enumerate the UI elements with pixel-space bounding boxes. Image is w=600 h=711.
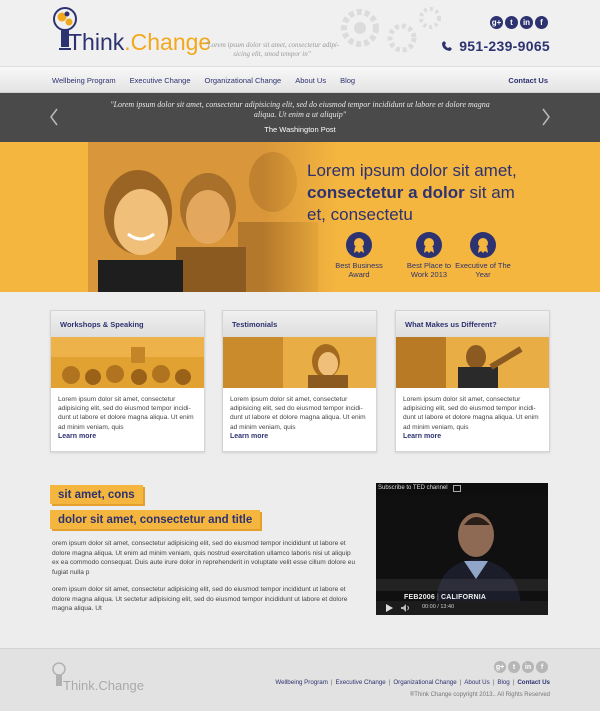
video-caption: FEB2006 | CALIFORNIA bbox=[404, 594, 486, 601]
award-best-business: Best Business Award bbox=[329, 232, 389, 279]
hero-line-2-bold: consectetur a dolor bbox=[307, 183, 465, 202]
video-time: 00:00 / 13:40 bbox=[422, 604, 455, 610]
logo-think: Think bbox=[68, 29, 125, 55]
section-tag-2: dolor sit amet, consectetur and title bbox=[50, 510, 261, 529]
google-plus-icon[interactable]: g+ bbox=[494, 661, 506, 673]
linkedin-icon[interactable]: in bbox=[520, 16, 533, 29]
footer-logo[interactable]: Think.Change bbox=[52, 662, 144, 696]
video-player[interactable]: Subscribe to TED channel FEB2006 | CALIFOR… bbox=[376, 483, 548, 615]
facebook-icon[interactable]: f bbox=[536, 661, 548, 673]
google-plus-icon[interactable]: g+ bbox=[490, 16, 503, 29]
nav-item-contact-us[interactable]: Contact Us bbox=[508, 67, 548, 94]
nav-item-about-us[interactable]: About Us bbox=[295, 76, 326, 85]
footer-copyright: ®Think Change copyright 2013.. All Right… bbox=[409, 692, 550, 698]
award-label: Executive of The Year bbox=[455, 261, 511, 279]
video-subscribe-text[interactable]: Subscribe to TED channel bbox=[378, 485, 448, 491]
social-links: g+ t in f bbox=[490, 16, 548, 29]
card-different: What Makes us Different? Lorem ipsum dol… bbox=[395, 310, 550, 452]
card-workshops: Workshops & Speaking Lorem ipsum dolor s… bbox=[50, 310, 205, 452]
card-image-conference bbox=[51, 337, 204, 388]
card-title[interactable]: Testimonials bbox=[223, 311, 376, 337]
hero-banner: Lorem ipsum dolor sit amet, consectetur … bbox=[0, 142, 600, 292]
quote-text: "Lorem ipsum dolor sit amet, consectetur… bbox=[110, 100, 490, 119]
card-testimonials: Testimonials Lorem ipsum dolor sit amet,… bbox=[222, 310, 377, 452]
testimonial-slider: "Lorem ipsum dolor sit amet, consectetur… bbox=[0, 93, 600, 142]
footer-link-about-us[interactable]: About Us bbox=[464, 679, 489, 686]
hero-line-3: et, consectetu bbox=[307, 205, 413, 224]
card-text: Lorem ipsum dolor sit amet, consectetur … bbox=[230, 396, 366, 431]
volume-icon[interactable] bbox=[401, 604, 410, 612]
quote-source: The Washington Post bbox=[264, 125, 336, 134]
award-best-place: Best Place to Work 2013 bbox=[399, 232, 459, 279]
footer-separator: | bbox=[512, 679, 515, 686]
main-nav: Wellbeing Program Executive Change Organ… bbox=[0, 66, 600, 93]
video-controls: 00:00 / 13:40 bbox=[376, 601, 548, 615]
site-header: Think.Change "Lorem ipsum dolor sit amet… bbox=[0, 0, 600, 66]
nav-item-blog[interactable]: Blog bbox=[340, 76, 355, 85]
site-logo[interactable]: Think.Change bbox=[52, 6, 212, 56]
footer-logo-text: Think.Change bbox=[63, 678, 144, 693]
award-label: Best Place to Work 2013 bbox=[406, 261, 452, 279]
phone-number: 951-239-9065 bbox=[459, 38, 550, 54]
card-title[interactable]: Workshops & Speaking bbox=[51, 311, 204, 337]
footer-link-wellbeing-program[interactable]: Wellbeing Program bbox=[275, 679, 328, 686]
footer-links: Wellbeing Program | Executive Change | Org… bbox=[275, 679, 550, 686]
content-paragraph-2: orem ipsum dolor sit amet, consectetur a… bbox=[52, 586, 348, 613]
play-icon[interactable] bbox=[386, 604, 393, 612]
card-title[interactable]: What Makes us Different? bbox=[396, 311, 549, 337]
gears-decoration bbox=[341, 7, 441, 53]
award-ribbon-icon bbox=[470, 232, 496, 258]
video-caption-year: FEB2006 bbox=[404, 594, 435, 601]
card-text: Lorem ipsum dolor sit amet, consectetur … bbox=[58, 396, 194, 431]
card-text: Lorem ipsum dolor sit amet, consectetur … bbox=[403, 396, 539, 431]
footer-social-links: g+ t in f bbox=[494, 661, 548, 673]
footer-separator: | bbox=[492, 679, 495, 686]
footer-link-executive-change[interactable]: Executive Change bbox=[336, 679, 386, 686]
learn-more-link[interactable]: Learn more bbox=[396, 433, 549, 440]
card-image-speaker bbox=[396, 337, 549, 388]
phone-contact[interactable]: 951-239-9065 bbox=[442, 38, 550, 54]
award-executive-year: Executive of The Year bbox=[453, 232, 513, 279]
footer-link-organizational-change[interactable]: Organizational Change bbox=[393, 679, 456, 686]
award-ribbon-icon bbox=[416, 232, 442, 258]
footer-separator: | bbox=[330, 679, 333, 686]
footer-link-blog[interactable]: Blog bbox=[497, 679, 509, 686]
video-share-icon[interactable] bbox=[453, 485, 461, 492]
nav-item-wellbeing-program[interactable]: Wellbeing Program bbox=[52, 76, 116, 85]
section-tag-1: sit amet, cons bbox=[50, 485, 143, 504]
footer-separator: | bbox=[388, 679, 391, 686]
phone-icon bbox=[442, 41, 453, 51]
award-label: Best Business Award bbox=[335, 261, 383, 279]
hero-photo bbox=[88, 142, 338, 292]
content-paragraph-1: orem ipsum dolor sit amet, consectetur a… bbox=[52, 540, 356, 576]
nav-item-executive-change[interactable]: Executive Change bbox=[130, 76, 191, 85]
card-image-woman bbox=[223, 337, 376, 388]
nav-items: Wellbeing Program Executive Change Organ… bbox=[52, 67, 355, 94]
footer-link-contact-us[interactable]: Contact Us bbox=[517, 679, 550, 686]
chevron-right-icon[interactable] bbox=[540, 107, 552, 127]
learn-more-link[interactable]: Learn more bbox=[51, 433, 204, 440]
logo-change: Change bbox=[130, 29, 212, 55]
chevron-left-icon[interactable] bbox=[48, 107, 60, 127]
hero-line-1: Lorem ipsum dolor sit amet, bbox=[307, 161, 517, 180]
facebook-icon[interactable]: f bbox=[535, 16, 548, 29]
nav-item-organizational-change[interactable]: Organizational Change bbox=[205, 76, 282, 85]
hero-line-2-rest: sit am bbox=[464, 183, 515, 202]
header-tagline: "Lorem ipsum dolor sit amet, consectetur… bbox=[204, 41, 340, 58]
learn-more-link[interactable]: Learn more bbox=[223, 433, 376, 440]
footer-separator: | bbox=[459, 679, 462, 686]
video-caption-place: CALIFORNIA bbox=[441, 594, 487, 601]
video-frame bbox=[376, 495, 548, 603]
site-footer: Think.Change g+ t in f Wellbeing Program… bbox=[0, 648, 600, 711]
award-ribbon-icon bbox=[346, 232, 372, 258]
linkedin-icon[interactable]: in bbox=[522, 661, 534, 673]
logo-wordmark: Think.Change bbox=[68, 30, 211, 54]
video-caption-separator: | bbox=[436, 594, 440, 601]
hero-title: Lorem ipsum dolor sit amet, consectetur … bbox=[307, 160, 557, 226]
hero-line-2: consectetur a dolor sit am bbox=[307, 182, 557, 204]
tumblr-icon[interactable]: t bbox=[508, 661, 520, 673]
tumblr-icon[interactable]: t bbox=[505, 16, 518, 29]
